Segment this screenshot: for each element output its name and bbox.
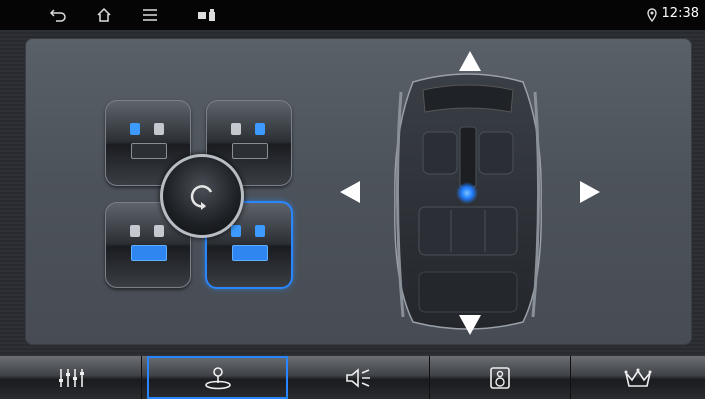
balance-focus-point[interactable] xyxy=(456,182,478,204)
clock: 12:38 xyxy=(661,6,699,21)
reset-rotate-icon xyxy=(190,185,213,210)
tab-equalizer[interactable] xyxy=(0,356,142,399)
usb-icon xyxy=(202,5,222,25)
car-interior-image xyxy=(394,73,542,330)
right-arrow-icon[interactable] xyxy=(579,180,601,204)
tab-subwoofer[interactable] xyxy=(429,356,571,399)
equalizer-icon xyxy=(58,368,84,387)
tab-bar xyxy=(0,356,705,399)
down-arrow-icon[interactable] xyxy=(458,314,482,336)
speaker-volume-icon xyxy=(345,367,370,388)
back-icon[interactable] xyxy=(48,5,68,25)
status-bar: 12:38 xyxy=(0,0,705,30)
location-icon xyxy=(647,7,657,26)
reset-button[interactable] xyxy=(160,154,244,238)
menu-icon[interactable] xyxy=(140,5,160,25)
home-icon[interactable] xyxy=(94,5,114,25)
tab-volume[interactable] xyxy=(288,356,430,399)
joystick-balance-icon xyxy=(204,366,231,389)
tab-premium-effects[interactable] xyxy=(570,356,705,399)
subwoofer-icon xyxy=(489,366,510,389)
left-arrow-icon[interactable] xyxy=(339,180,361,204)
tab-balance[interactable] xyxy=(147,356,288,399)
crown-icon xyxy=(624,368,651,387)
up-arrow-icon[interactable] xyxy=(458,50,482,72)
